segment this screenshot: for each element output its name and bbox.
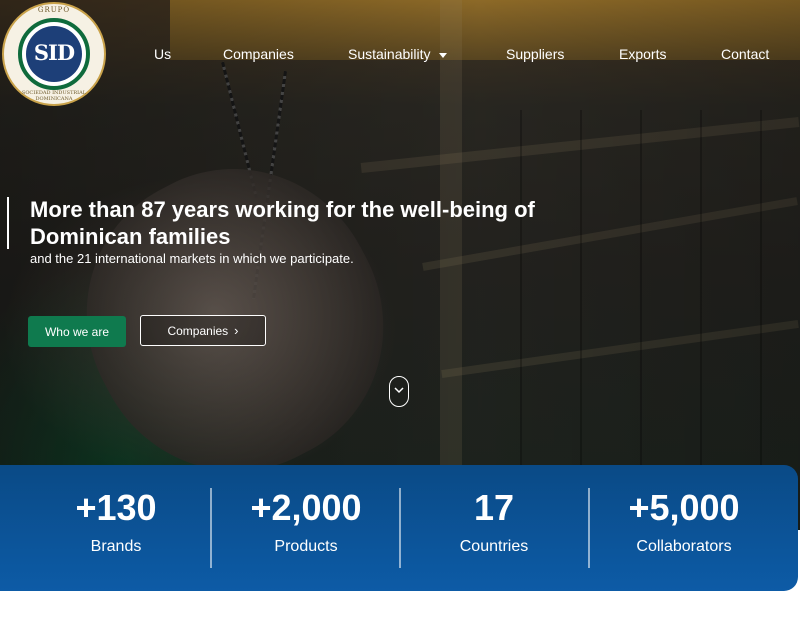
hero-headline: More than 87 years working for the well-… bbox=[30, 197, 535, 249]
stat-products: +2,000 Products bbox=[210, 465, 402, 591]
stat-value: 17 bbox=[473, 487, 515, 528]
nav-item-label: Us bbox=[154, 46, 172, 62]
nav-item-label: Companies bbox=[223, 46, 294, 62]
logo-top-text: GRUPO bbox=[37, 6, 71, 14]
chevron-down-icon bbox=[394, 387, 404, 394]
stat-countries: 17 Countries bbox=[399, 465, 589, 591]
headline-accent-line bbox=[7, 197, 9, 249]
stat-collaborators: +5,000 Collaborators bbox=[588, 465, 780, 591]
stats-bar: +130 Brands +2,000 Products 17 Countries… bbox=[0, 465, 798, 591]
stat-brands: +130 Brands bbox=[20, 465, 212, 591]
stat-value: +2,000 bbox=[250, 487, 362, 528]
stat-value: +5,000 bbox=[628, 487, 740, 528]
chevron-right-icon: › bbox=[234, 323, 239, 338]
main-navigation: Us Companies Sustainability Suppliers Ex… bbox=[0, 46, 800, 66]
nav-item-suppliers[interactable]: Suppliers bbox=[506, 46, 564, 62]
nav-item-label: Suppliers bbox=[506, 46, 565, 62]
nav-item-exports[interactable]: Exports bbox=[619, 46, 666, 62]
nav-item-label: Exports bbox=[619, 46, 667, 62]
nav-item-label: Sustainability bbox=[348, 46, 431, 62]
stat-label: Brands bbox=[90, 538, 142, 555]
stat-label: Collaborators bbox=[636, 538, 732, 555]
nav-item-companies[interactable]: Companies bbox=[223, 46, 294, 62]
logo-bottom-text: SOCIEDAD INDUSTRIAL DOMINICANA bbox=[21, 90, 87, 102]
hero-subline: and the 21 international markets in whic… bbox=[30, 251, 354, 266]
companies-button[interactable]: Companies › bbox=[140, 315, 266, 346]
nav-item-us[interactable]: Us bbox=[154, 46, 171, 62]
stat-value: +130 bbox=[75, 487, 157, 528]
scroll-down-indicator[interactable] bbox=[389, 376, 409, 407]
companies-button-label: Companies bbox=[167, 324, 229, 338]
chevron-down-icon bbox=[438, 52, 447, 58]
stat-label: Products bbox=[274, 538, 338, 555]
nav-item-sustainability[interactable]: Sustainability bbox=[348, 46, 447, 62]
stat-label: Countries bbox=[459, 538, 529, 555]
nav-item-label: Contact bbox=[721, 46, 770, 62]
who-we-are-button[interactable]: Who we are bbox=[28, 316, 126, 347]
nav-item-contact[interactable]: Contact bbox=[721, 46, 769, 62]
